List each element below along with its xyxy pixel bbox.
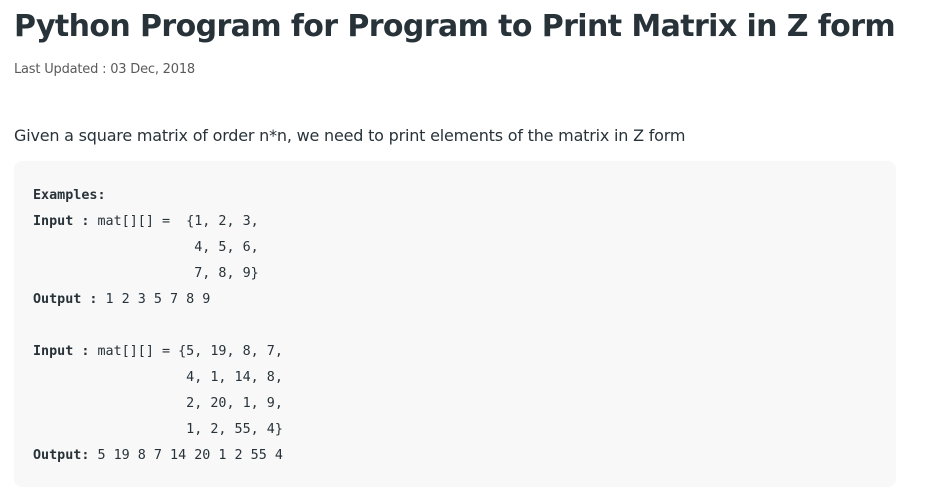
code-keyword: Input : xyxy=(33,214,90,229)
examples-code-block: Examples: Input : mat[][] = {1, 2, 3, 4, … xyxy=(14,161,896,487)
code-keyword: Input : xyxy=(33,344,90,359)
code-line: Input : mat[][] = {5, 19, 8, 7, xyxy=(33,339,283,365)
code-text-segment: 2, 20, 1, 9, xyxy=(33,396,283,411)
code-keyword: Examples: xyxy=(33,188,106,203)
code-text-segment: 7, 8, 9} xyxy=(33,266,259,281)
last-updated-date: Last Updated : 03 Dec, 2018 xyxy=(14,62,195,77)
code-text-segment: mat[][] = {5, 19, 8, 7, xyxy=(89,344,283,359)
code-text-segment: 5 19 8 7 14 20 1 2 55 4 xyxy=(89,448,283,463)
code-text: Examples: Input : mat[][] = {1, 2, 3, 4, … xyxy=(33,183,283,469)
article-description: Given a square matrix of order n*n, we n… xyxy=(14,126,686,145)
code-line: Output: 5 19 8 7 14 20 1 2 55 4 xyxy=(33,443,283,469)
code-line: Output : 1 2 3 5 7 8 9 xyxy=(33,287,283,313)
code-line: 4, 5, 6, xyxy=(33,235,283,261)
article-title: Python Program for Program to Print Matr… xyxy=(14,9,896,44)
code-text-segment: 1 2 3 5 7 8 9 xyxy=(97,292,211,307)
code-line: 1, 2, 55, 4} xyxy=(33,417,283,443)
code-text-segment: 1, 2, 55, 4} xyxy=(33,422,283,437)
code-line: Input : mat[][] = {1, 2, 3, xyxy=(33,209,283,235)
code-keyword: Output: xyxy=(33,448,90,463)
code-line: 4, 1, 14, 8, xyxy=(33,365,283,391)
code-line: Examples: xyxy=(33,183,283,209)
code-text-segment: 4, 5, 6, xyxy=(33,240,259,255)
code-line: 2, 20, 1, 9, xyxy=(33,391,283,417)
code-keyword: Output : xyxy=(33,292,98,307)
code-line: 7, 8, 9} xyxy=(33,261,283,287)
code-text-segment: mat[][] = {1, 2, 3, xyxy=(89,214,259,229)
code-text-segment: 4, 1, 14, 8, xyxy=(33,370,283,385)
